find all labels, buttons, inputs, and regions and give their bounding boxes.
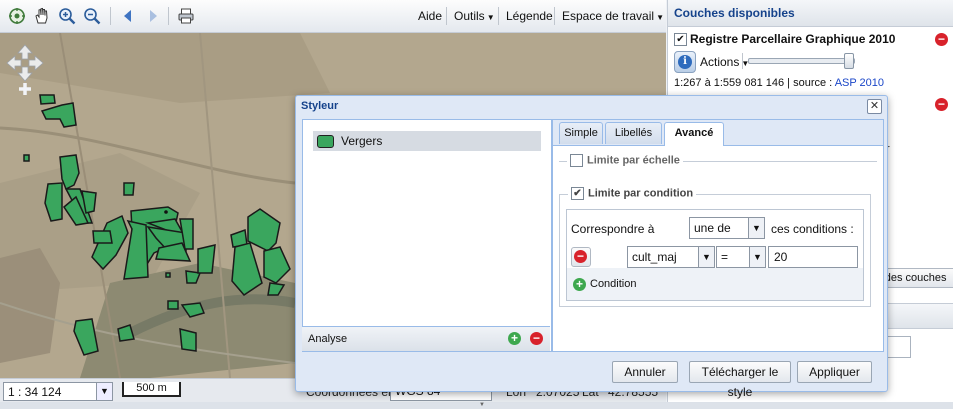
scale-limit-label: Limite par échelle (587, 154, 680, 167)
page-footer: ▼ (0, 402, 953, 409)
tab-labels[interactable]: Libellés (605, 122, 662, 144)
opacity-slider-track[interactable] (748, 58, 855, 64)
chevron-down-icon: ▼ (748, 218, 764, 238)
chevron-down-icon: ▼ (96, 383, 112, 400)
scale-select[interactable]: 1 : 34 124 ▼ (3, 382, 113, 401)
download-style-button[interactable]: Télécharger le style (689, 361, 791, 399)
match-suffix: ces conditions : (771, 222, 854, 236)
layer-source-link[interactable]: ASP 2010 (835, 77, 884, 89)
apply-button[interactable]: Appliquer (797, 361, 872, 383)
chevron-down-icon: ▼ (749, 247, 765, 267)
add-layers-label: r des couches (878, 272, 947, 284)
info-icon: i (678, 55, 692, 69)
condition-group: Correspondre à une de ▼ ces conditions :… (566, 209, 864, 301)
tab-simple-label: Simple (564, 127, 598, 139)
condition-limit-label: Limite par condition (588, 187, 694, 200)
add-rule-button[interactable]: + (508, 332, 521, 345)
rules-panel: Vergers (302, 119, 552, 352)
analyse-bar: Analyse + − (302, 326, 550, 351)
tab-strip: Simple Libellés Avancé (553, 120, 883, 146)
opacity-slider-thumb[interactable] (844, 53, 854, 69)
condition-limit-checkbox[interactable]: ✔ (571, 187, 584, 200)
pan-hand-icon[interactable] (33, 7, 51, 25)
field-value: cult_maj (632, 250, 677, 264)
tab-advanced-label: Avancé (674, 127, 714, 139)
layer-actions-label: Actions (700, 55, 740, 69)
layers-panel-title: Couches disponibles (668, 0, 953, 27)
menu-help[interactable]: Aide (418, 9, 442, 23)
remove-rule-button[interactable]: − (530, 332, 543, 345)
layer-visibility-checkbox[interactable]: ✔ (674, 33, 687, 46)
collapse-icon[interactable]: ▼ (475, 402, 489, 408)
match-label: Correspondre à (571, 222, 655, 236)
layer-source-label: source : (793, 77, 833, 89)
condition-limit-fieldset: ✔ Limite par condition Correspondre à une… (559, 187, 871, 307)
match-value: une de (694, 221, 731, 235)
back-icon[interactable] (119, 7, 137, 25)
condition-value-input[interactable]: 20 (768, 246, 858, 268)
scale-limit-checkbox[interactable] (570, 154, 583, 167)
zoom-in-icon[interactable] (17, 81, 33, 97)
remove-layer-button[interactable]: − (935, 33, 948, 46)
scalebar-label: 500 m (136, 382, 167, 394)
zoom-extent-icon[interactable] (8, 7, 26, 25)
menu-tools[interactable]: Outils ▼ (454, 9, 495, 23)
map-toolbar: Aide Outils ▼ Légende Espace de travail ▼ (0, 0, 666, 33)
cancel-label: Annuler (624, 365, 666, 379)
dialog-title: Styleur (301, 100, 339, 112)
menu-legend-label: Légende (506, 9, 553, 23)
pan-control[interactable] (5, 43, 45, 83)
close-icon[interactable]: ✕ (867, 99, 882, 114)
remove-icon: − (574, 250, 587, 263)
operator-select[interactable]: = ▼ (716, 246, 766, 268)
rule-swatch (317, 135, 334, 148)
match-select[interactable]: une de ▼ (689, 217, 765, 239)
menu-help-label: Aide (418, 9, 443, 23)
layer-metadata: 1:267 à 1:559 081 146 | source : ASP 201… (674, 77, 885, 89)
chevron-down-icon: ▼ (656, 13, 664, 22)
chevron-down-icon: ▼ (486, 13, 495, 22)
apply-label: Appliquer (809, 365, 860, 379)
chevron-down-icon: ▼ (698, 247, 714, 267)
cancel-button[interactable]: Annuler (612, 361, 678, 383)
menu-legend[interactable]: Légende (506, 9, 553, 23)
add-condition-button[interactable]: + Condition (573, 276, 643, 294)
tab-labels-label: Libellés (614, 127, 653, 139)
operator-value: = (721, 250, 729, 264)
scale-value: 1 : 34 124 (8, 385, 62, 399)
field-select[interactable]: cult_maj ▼ (627, 246, 715, 268)
tab-simple[interactable]: Simple (559, 122, 603, 144)
rule-item[interactable]: Vergers (313, 131, 541, 151)
layer-info-button[interactable]: i (674, 51, 696, 73)
add-icon: + (573, 278, 586, 291)
styler-dialog: Styleur ✕ Vergers Analyse + − Simple Lib… (295, 95, 888, 399)
menu-workspace[interactable]: Espace de travail ▼ (562, 9, 664, 23)
scale-bar: 500 m (122, 382, 181, 397)
condition-limit-legend[interactable]: ✔ Limite par condition (568, 187, 697, 200)
menu-tools-label: Outils (454, 9, 485, 23)
forward-icon[interactable] (144, 7, 162, 25)
scale-limit-legend[interactable]: Limite par échelle (567, 154, 683, 167)
zoom-out-icon[interactable] (83, 7, 101, 25)
scale-limit-fieldset: Limite par échelle (559, 154, 877, 167)
rule-editor: Simple Libellés Avancé Limite par échell… (552, 119, 884, 352)
remove-condition-button[interactable]: − (571, 247, 591, 267)
condition-value: 20 (774, 250, 788, 264)
layer-name: Registre Parcellaire Graphique 2010 (690, 32, 896, 46)
zoom-in-icon[interactable] (58, 7, 76, 25)
analyse-label: Analyse (308, 333, 348, 345)
menu-workspace-label: Espace de travail (562, 9, 655, 23)
remove-layer-button[interactable]: − (935, 98, 948, 111)
layer-scale-range: 1:267 à 1:559 081 146 (674, 77, 785, 89)
rule-label: Vergers (341, 134, 383, 148)
add-condition-label: Condition (590, 278, 637, 290)
print-icon[interactable] (177, 7, 195, 25)
tab-advanced[interactable]: Avancé (664, 122, 724, 146)
